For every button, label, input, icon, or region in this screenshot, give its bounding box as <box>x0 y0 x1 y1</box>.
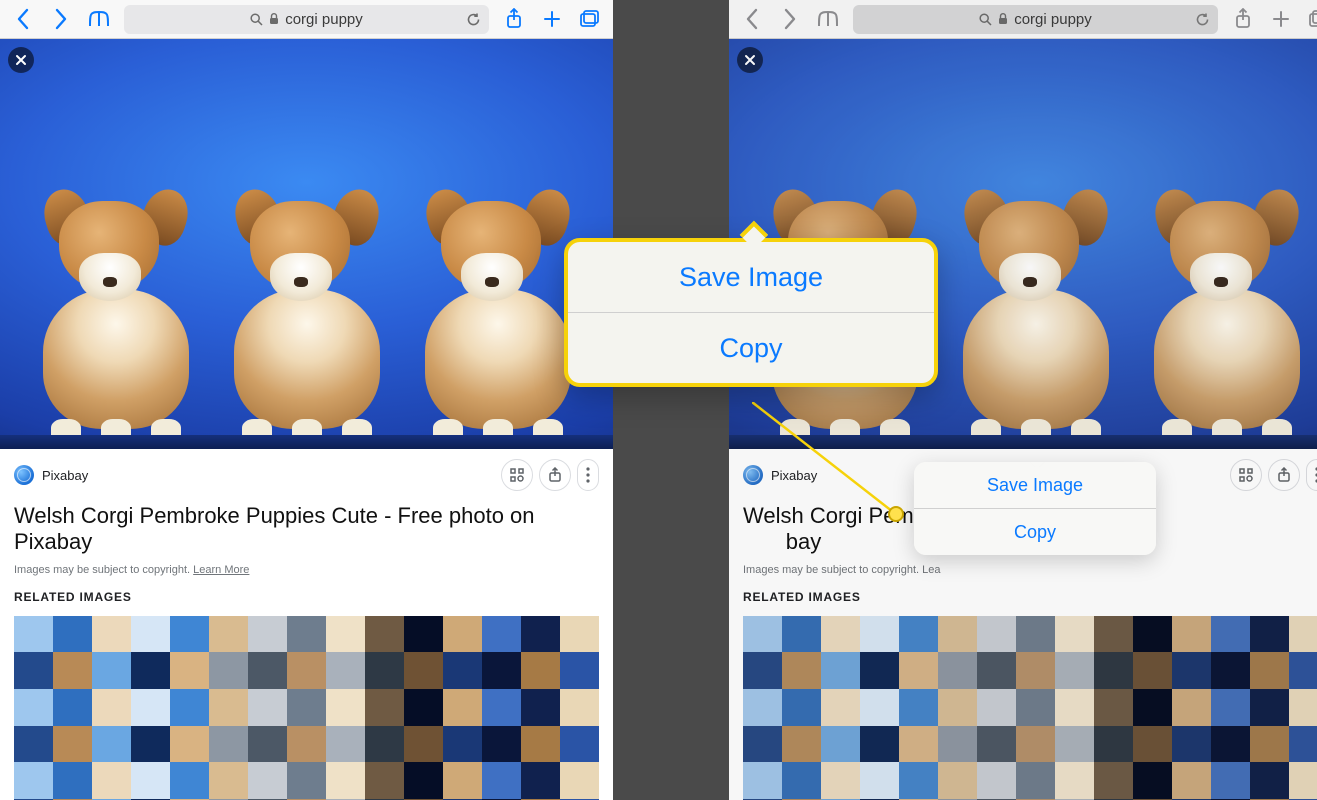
close-preview-button[interactable] <box>737 47 763 73</box>
lock-icon <box>269 13 279 25</box>
tabs-button[interactable] <box>1302 2 1317 36</box>
copyright-notice: Images may be subject to copyright. Lear… <box>14 564 599 576</box>
close-icon <box>15 54 27 66</box>
address-text: corgi puppy <box>1014 11 1092 28</box>
back-button[interactable] <box>735 2 769 36</box>
copy-item[interactable]: Copy <box>568 313 934 383</box>
share-image-button[interactable] <box>539 459 571 491</box>
address-bar[interactable]: corgi puppy <box>124 5 489 34</box>
related-heading: RELATED IMAGES <box>14 590 599 604</box>
reload-button[interactable] <box>466 12 481 27</box>
lens-button[interactable] <box>501 459 533 491</box>
close-icon <box>744 54 756 66</box>
bookmarks-button[interactable] <box>811 2 845 36</box>
related-heading: RELATED IMAGES <box>743 590 1317 604</box>
bookmarks-button[interactable] <box>82 2 116 36</box>
image-source[interactable]: Pixabay <box>743 465 817 485</box>
copy-item[interactable]: Copy <box>914 509 1156 555</box>
new-tab-button[interactable] <box>535 2 569 36</box>
share-button[interactable] <box>497 2 531 36</box>
learn-more-link[interactable]: Learn More <box>193 564 249 576</box>
more-options-button[interactable] <box>577 459 599 491</box>
close-preview-button[interactable] <box>8 47 34 73</box>
browser-toolbar: corgi puppy <box>729 0 1317 39</box>
related-image-1[interactable] <box>14 616 209 800</box>
image-meta: Pixabay Welsh Corgi Pembroke Puppies Cut… <box>0 449 613 800</box>
related-image-2[interactable] <box>209 616 404 800</box>
safari-pane-left: corgi puppy Pixabay <box>0 0 613 800</box>
browser-toolbar: corgi puppy <box>0 0 613 39</box>
more-options-button[interactable] <box>1306 459 1317 491</box>
lens-button[interactable] <box>1230 459 1262 491</box>
related-image-3[interactable] <box>1133 616 1317 800</box>
source-name: Pixabay <box>771 468 817 483</box>
related-image-1[interactable] <box>743 616 938 800</box>
reload-button[interactable] <box>1195 12 1210 27</box>
globe-icon <box>14 465 34 485</box>
related-images <box>743 616 1317 800</box>
search-icon <box>979 13 992 26</box>
image-title: Welsh Corgi Pembroke Puppies Cute - Free… <box>14 503 599 556</box>
address-bar[interactable]: corgi puppy <box>853 5 1218 34</box>
share-button[interactable] <box>1226 2 1260 36</box>
image-content <box>0 181 613 441</box>
share-image-button[interactable] <box>1268 459 1300 491</box>
related-images <box>14 616 599 800</box>
globe-icon <box>743 465 763 485</box>
source-name: Pixabay <box>42 468 88 483</box>
back-button[interactable] <box>6 2 40 36</box>
forward-button[interactable] <box>773 2 807 36</box>
related-image-3[interactable] <box>404 616 599 800</box>
address-text: corgi puppy <box>285 11 363 28</box>
safari-pane-right: corgi puppy Pixabay Welsh <box>729 0 1317 800</box>
context-menu-callout: Save Image Copy <box>564 238 938 387</box>
image-preview[interactable] <box>0 39 613 449</box>
copyright-notice: Images may be subject to copyright. Lea <box>743 564 1317 576</box>
save-image-item[interactable]: Save Image <box>568 242 934 312</box>
related-image-2[interactable] <box>938 616 1133 800</box>
callout-anchor-dot <box>888 506 904 522</box>
context-menu-small: Save Image Copy <box>914 462 1156 555</box>
tabs-button[interactable] <box>573 2 607 36</box>
search-icon <box>250 13 263 26</box>
new-tab-button[interactable] <box>1264 2 1298 36</box>
forward-button[interactable] <box>44 2 78 36</box>
save-image-item[interactable]: Save Image <box>914 462 1156 508</box>
lock-icon <box>998 13 1008 25</box>
image-source[interactable]: Pixabay <box>14 465 88 485</box>
